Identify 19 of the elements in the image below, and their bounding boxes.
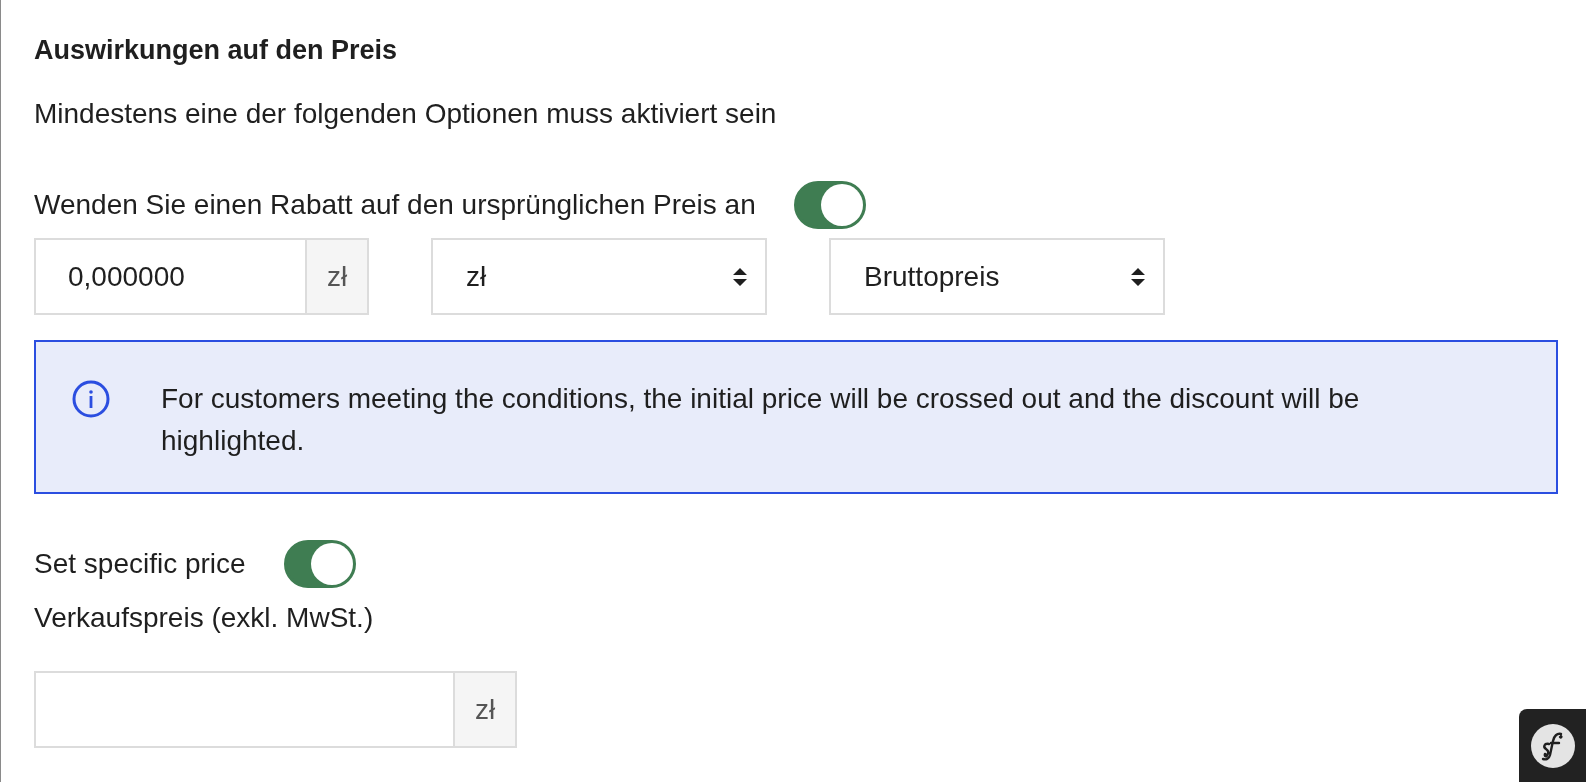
up-down-caret-icon [1131,267,1145,286]
currency-addon: zł [453,671,517,748]
discount-amount-input[interactable]: 0,000000 [34,238,305,315]
sale-price-label: Verkaufspreis (exkl. MwSt.) [34,602,374,634]
up-down-caret-icon [733,267,747,286]
toolbar-toggle-button[interactable] [1519,709,1586,782]
info-text: For customers meeting the conditions, the initial price will be crossed out and the discount will be highlighted. [161,382,1361,458]
section-title: Auswirkungen auf den Preis [34,35,398,65]
info-icon [72,380,110,418]
sale-price-input[interactable] [34,671,453,748]
currency-select[interactable]: zł [431,238,767,315]
specific-price-label: Set specific price [34,548,246,580]
toggle-switch[interactable] [283,540,356,588]
price-type-select[interactable]: Bruttopreis [829,238,1165,315]
currency-addon: zł [305,238,369,315]
discount-label: Wenden Sie einen Rabatt auf den ursprünglichen Preis an [34,189,756,221]
toggle-switch[interactable] [793,181,866,229]
logo-icon [1530,723,1575,768]
section-hint: Mindestens eine der folgenden Optionen muss aktiviert sein [34,99,777,129]
